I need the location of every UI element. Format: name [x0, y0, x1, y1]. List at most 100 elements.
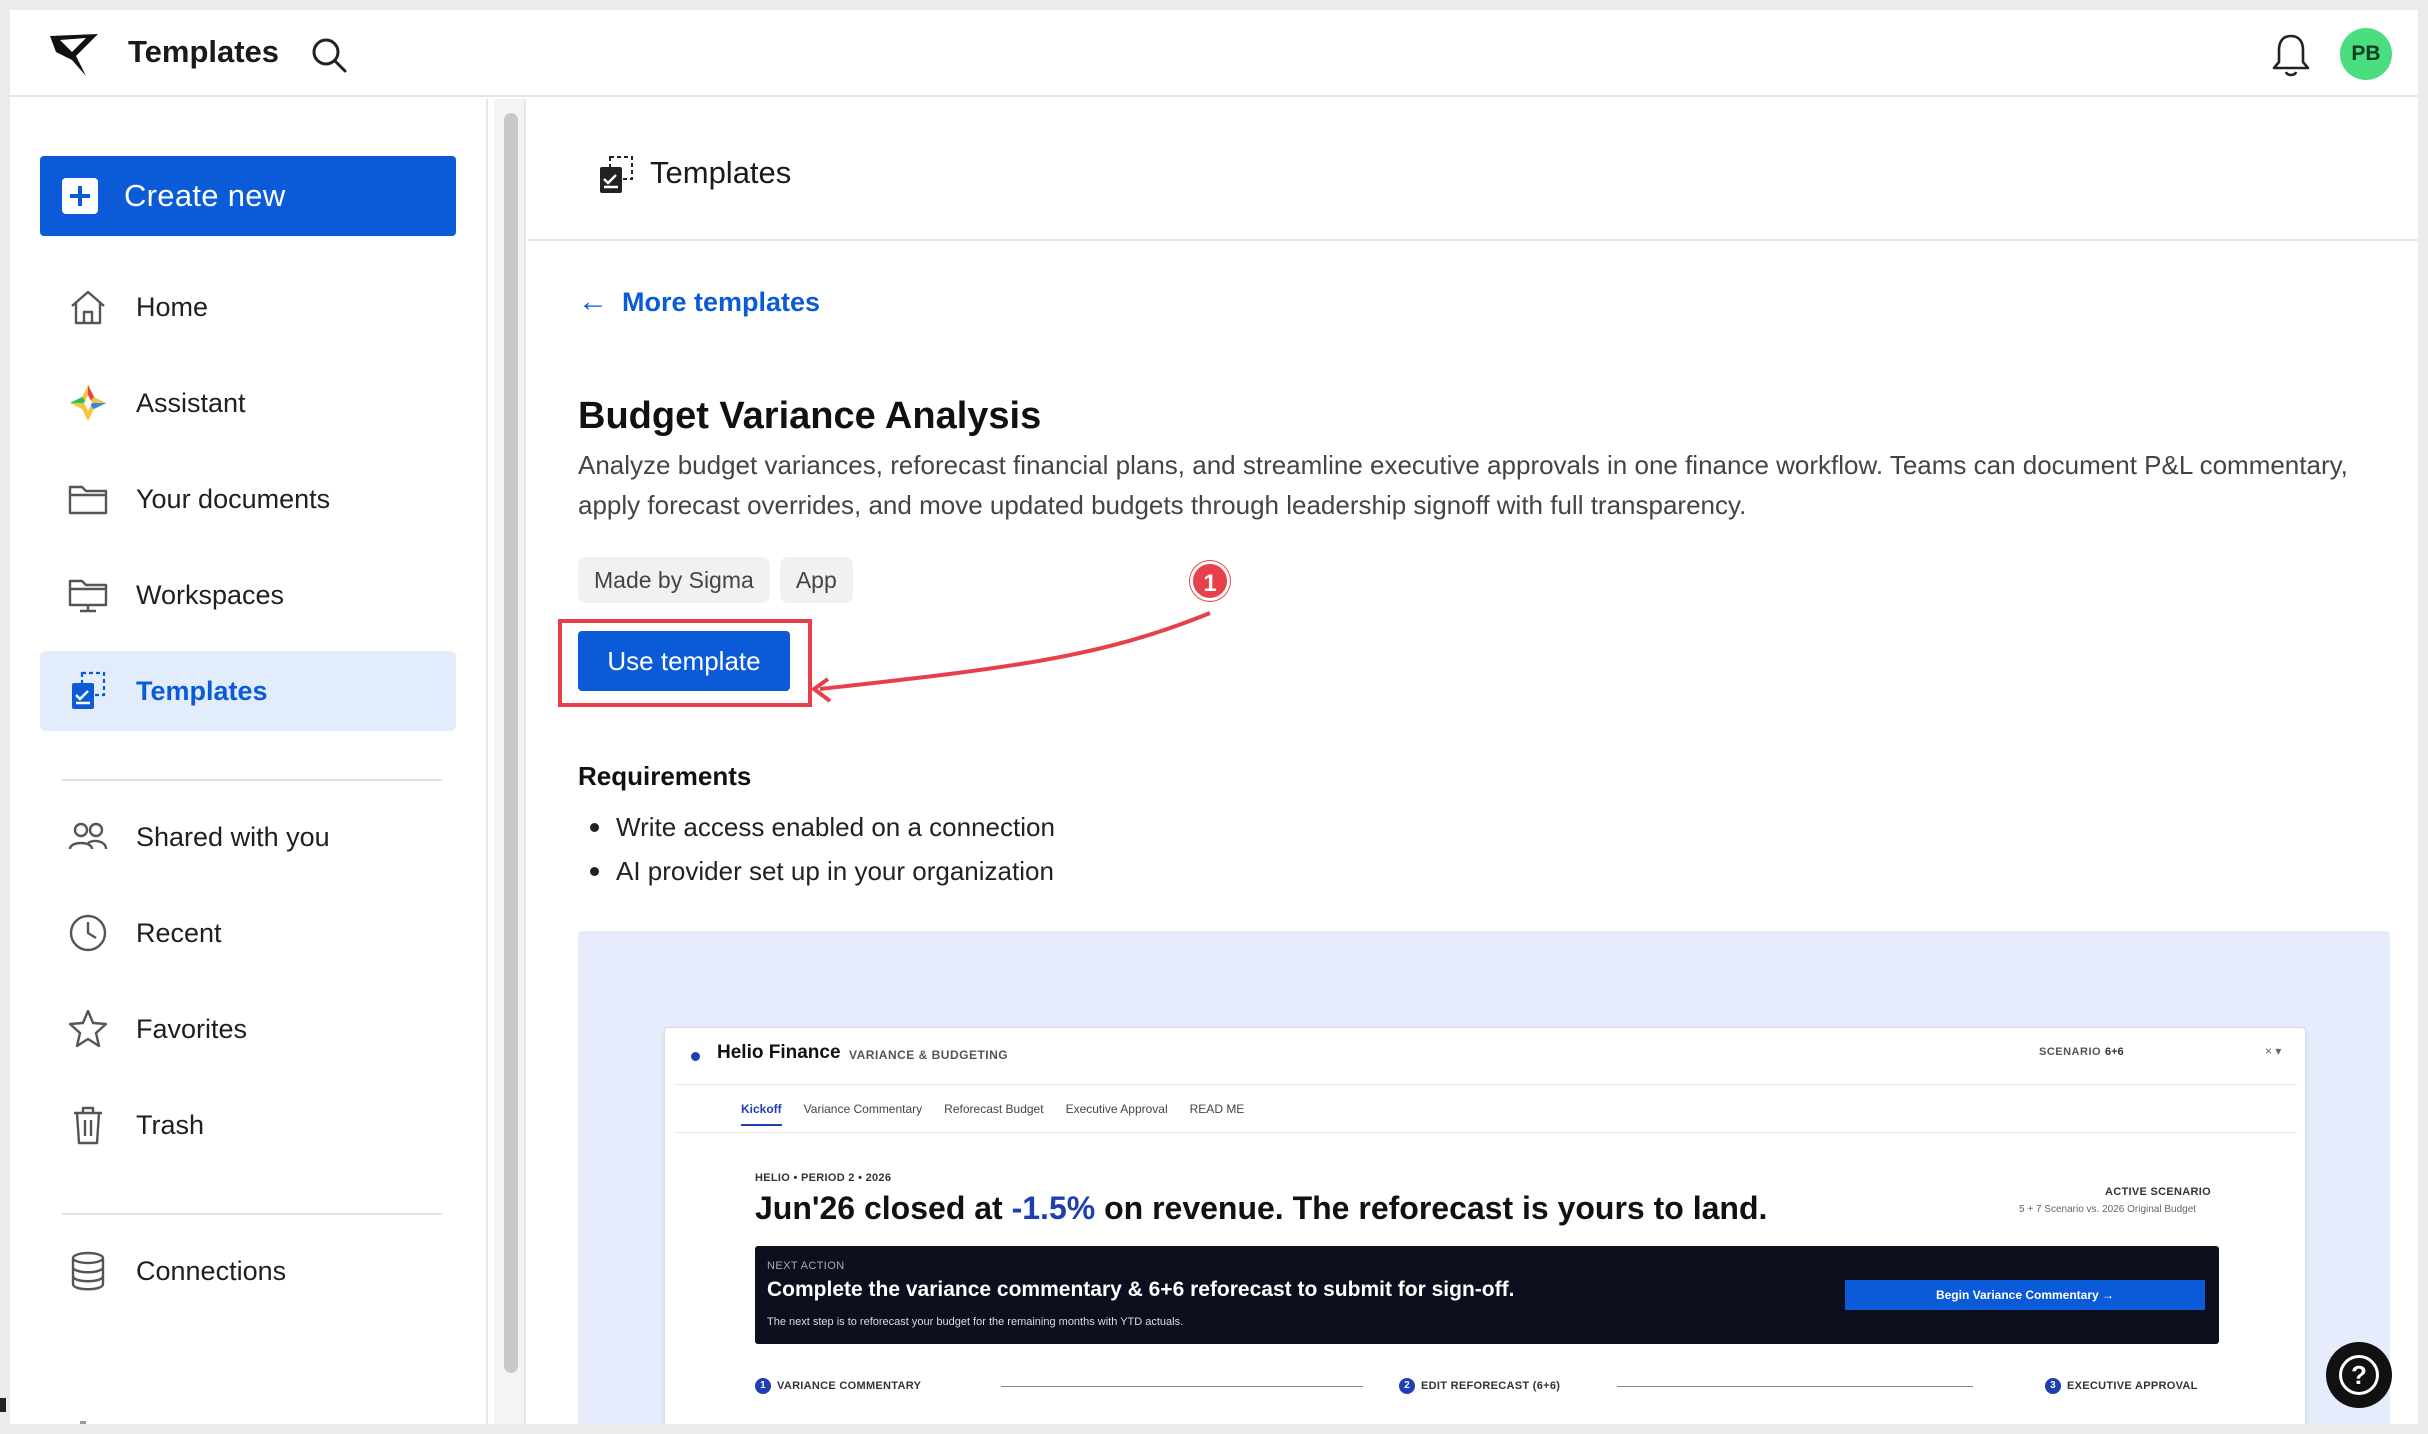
trash-icon: [66, 1103, 110, 1147]
preview-headline-post: on revenue. The reforecast is yours to l…: [1095, 1190, 1768, 1226]
top-bar: Templates PB: [10, 10, 2418, 97]
preview-close-icon: × ▾: [2265, 1044, 2282, 1058]
sidebar-item-shared-with-you[interactable]: Shared with you: [40, 797, 456, 877]
more-templates-link[interactable]: ← More templates: [578, 285, 820, 319]
sidebar-item-label: Your documents: [136, 483, 331, 514]
list-item: Write access enabled on a connection: [578, 805, 1055, 849]
list-item: AI provider set up in your organization: [578, 849, 1055, 893]
preview-tab-reforecast-budget: Reforecast Budget: [944, 1102, 1044, 1116]
annotation-number: 1: [1203, 570, 1217, 597]
annotation-marker: 1: [1190, 561, 1230, 601]
sidebar-item-templates[interactable]: Templates: [40, 651, 456, 731]
preview-next-action-title: Complete the variance commentary & 6+6 r…: [767, 1278, 1515, 1301]
step-label: EXECUTIVE APPROVAL: [2067, 1380, 2198, 1392]
template-title: Budget Variance Analysis: [578, 395, 1042, 437]
database-icon: [66, 1249, 110, 1293]
sidebar-item-connections[interactable]: Connections: [40, 1231, 456, 1311]
sidebar-divider: [62, 779, 442, 781]
sidebar-item-recent[interactable]: Recent: [40, 893, 456, 973]
star-icon: [66, 1007, 110, 1051]
app-window: Templates PB Create new Home Assistant Y…: [10, 10, 2418, 1424]
sidebar-item-label: Shared with you: [136, 821, 330, 852]
preview-divider: [675, 1084, 2297, 1085]
sidebar: Create new Home Assistant Your documents…: [10, 99, 488, 1424]
brand-dot-icon: [691, 1052, 700, 1061]
create-new-button[interactable]: Create new: [40, 156, 456, 236]
tag-made-by-sigma: Made by Sigma: [578, 557, 770, 603]
templates-icon: [66, 669, 110, 713]
preview-tab-read-me: READ ME: [1189, 1102, 1245, 1116]
plus-icon: [62, 178, 98, 214]
preview-tab-variance-commentary: Variance Commentary: [803, 1102, 923, 1116]
sidebar-scrollbar[interactable]: [494, 99, 526, 1424]
template-description: Analyze budget variances, reforecast fin…: [578, 450, 2348, 520]
sidebar-item-label: Connections: [136, 1255, 287, 1286]
preview-active-scenario-sub: 5 + 7 Scenario vs. 2026 Original Budget: [2019, 1204, 2197, 1215]
preview-brand: Helio Finance: [717, 1042, 841, 1063]
preview-headline-value: -1.5%: [1011, 1190, 1096, 1226]
sidebar-item-assistant[interactable]: Assistant: [40, 363, 456, 443]
step-number: 2: [1399, 1378, 1415, 1394]
help-icon: ?: [2339, 1355, 2379, 1395]
step-connector: [1001, 1386, 1363, 1387]
preview-period: HELIO • PERIOD 2 • 2026: [755, 1172, 892, 1184]
users-icon: [66, 815, 110, 859]
preview-step: 3 EXECUTIVE APPROVAL: [2045, 1378, 2198, 1394]
step-connector: [1617, 1386, 1973, 1387]
preview-next-action-label: NEXT ACTION: [767, 1260, 845, 1272]
templates-icon: [600, 156, 633, 193]
preview-card: Helio Finance VARIANCE & BUDGETING SCENA…: [664, 1027, 2306, 1424]
home-icon: [66, 285, 110, 329]
sidebar-item-label: Assistant: [136, 387, 246, 418]
bell-icon[interactable]: [2268, 30, 2314, 80]
app-title: Templates: [128, 34, 280, 69]
preview-tab-kickoff: Kickoff: [741, 1102, 782, 1126]
preview-scenario-value: 6+6: [2105, 1046, 2124, 1058]
sidebar-item-your-documents[interactable]: Your documents: [40, 459, 456, 539]
sidebar-overflow-mark: [80, 1421, 86, 1424]
step-label: VARIANCE COMMENTARY: [777, 1380, 922, 1392]
preview-tab-executive-approval: Executive Approval: [1065, 1102, 1168, 1116]
assistant-icon: [66, 381, 110, 425]
use-template-button[interactable]: Use template: [578, 631, 790, 691]
preview-step: 2 EDIT REFORECAST (6+6): [1399, 1378, 1560, 1394]
preview-headline: Jun'26 closed at -1.5% on revenue. The r…: [755, 1190, 1767, 1227]
search-icon[interactable]: [306, 32, 352, 78]
preview-active-scenario: ACTIVE SCENARIO: [2105, 1186, 2211, 1198]
sidebar-item-label: Workspaces: [136, 579, 285, 610]
sidebar-item-label: Recent: [136, 917, 222, 948]
sidebar-item-favorites[interactable]: Favorites: [40, 989, 456, 1069]
preview-scenario-label: SCENARIO: [2039, 1046, 2102, 1058]
sidebar-item-label: Home: [136, 291, 209, 322]
arrow-left-icon: ←: [578, 285, 608, 318]
more-templates-label: More templates: [622, 286, 821, 317]
sidebar-item-trash[interactable]: Trash: [40, 1085, 456, 1165]
main-content: Templates ← More templates Budget Varian…: [528, 99, 2418, 1424]
sidebar-item-label: Trash: [136, 1109, 205, 1140]
sidebar-item-label: Favorites: [136, 1013, 248, 1044]
preview-step: 1 VARIANCE COMMENTARY: [755, 1378, 921, 1394]
preview-next-action-sub: The next step is to reforecast your budg…: [767, 1316, 1184, 1328]
folder-icon: [66, 477, 110, 521]
requirements-list: Write access enabled on a connection AI …: [578, 805, 1055, 893]
preview-tabs: Kickoff Variance Commentary Reforecast B…: [741, 1102, 1244, 1126]
page-title: Templates: [650, 155, 792, 190]
preview-headline-pre: Jun'26 closed at: [755, 1190, 1012, 1226]
create-new-label: Create new: [124, 178, 286, 213]
sigma-logo-icon[interactable]: [46, 30, 102, 80]
sidebar-scrollbar-thumb[interactable]: [504, 113, 518, 1373]
step-number: 3: [2045, 1378, 2061, 1394]
template-preview: Helio Finance VARIANCE & BUDGETING SCENA…: [578, 931, 2390, 1424]
preview-next-action-banner: NEXT ACTION Complete the variance commen…: [755, 1246, 2219, 1344]
sidebar-item-workspaces[interactable]: Workspaces: [40, 555, 456, 635]
step-number: 1: [755, 1378, 771, 1394]
preview-brand-sub: VARIANCE & BUDGETING: [849, 1048, 1009, 1062]
step-label: EDIT REFORECAST (6+6): [1421, 1380, 1561, 1392]
avatar[interactable]: PB: [2340, 28, 2392, 80]
preview-begin-button: Begin Variance Commentary →: [1845, 1280, 2205, 1310]
sidebar-item-home[interactable]: Home: [40, 267, 456, 347]
sidebar-item-label: Templates: [136, 675, 268, 706]
preview-divider: [675, 1132, 2297, 1133]
help-button[interactable]: ?: [2326, 1342, 2392, 1408]
page-header: Templates: [528, 99, 2418, 241]
